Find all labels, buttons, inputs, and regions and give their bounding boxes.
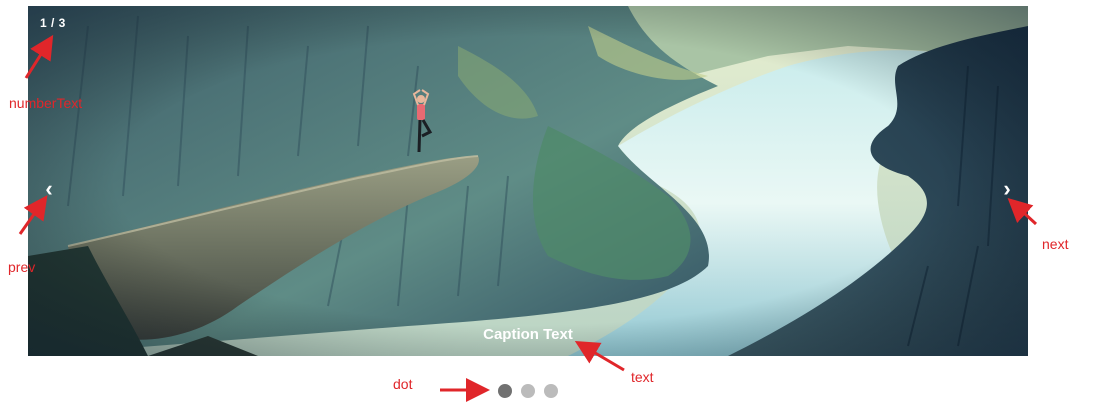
annotation-dot: dot [393,376,413,392]
prev-button[interactable]: ‹ [36,174,62,204]
caption-text: Caption Text [483,326,573,343]
dot-2[interactable] [521,384,535,398]
annotation-next: next [1042,236,1069,252]
annotation-number-text: numberText [9,95,83,111]
dot-3[interactable] [544,384,558,398]
slideshow-container: 1 / 3 ‹ › Caption Text [28,6,1028,356]
dot-1[interactable] [498,384,512,398]
annotation-prev: prev [8,259,36,275]
dot-indicators [498,384,558,398]
slide-image [28,6,1028,356]
number-text: 1 / 3 [40,16,66,30]
slideshow-demo: 1 / 3 ‹ › Caption Text numberText prev n… [0,0,1098,414]
next-button[interactable]: › [994,174,1020,204]
annotation-text: text [631,369,654,385]
